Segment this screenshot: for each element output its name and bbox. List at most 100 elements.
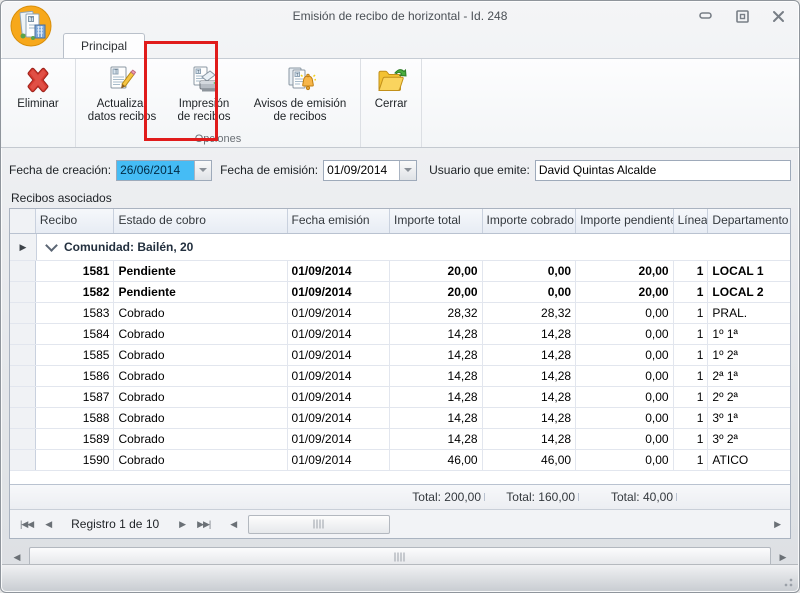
cell-total: 28,32 bbox=[390, 303, 483, 323]
cell-cobrado: 14,28 bbox=[483, 324, 577, 344]
ribbon-group-cerrar: Cerrar bbox=[361, 59, 422, 147]
table-row[interactable]: 1587Cobrado01/09/201414,2814,280,0012º 2… bbox=[10, 387, 790, 408]
group-label: Comunidad: Bailén, 20 bbox=[64, 240, 193, 254]
column-header-departamento[interactable]: Departamento bbox=[708, 209, 790, 233]
fecha-creacion-field[interactable]: 26/06/2014 bbox=[116, 160, 212, 181]
usuario-emite-field[interactable]: David Quintas Alcalde bbox=[535, 160, 791, 181]
impresion-de-recibos-button[interactable]: T Impresión de recibos bbox=[166, 61, 242, 132]
cell-estado: Cobrado bbox=[114, 450, 287, 470]
column-header-total[interactable]: Importe total bbox=[390, 209, 483, 233]
recibos-grid: ReciboEstado de cobroFecha emisiónImport… bbox=[9, 208, 791, 539]
app-logo-icon[interactable]: T bbox=[9, 4, 53, 48]
table-row[interactable]: 1589Cobrado01/09/201414,2814,280,0013º 2… bbox=[10, 429, 790, 450]
cell-estado: Cobrado bbox=[114, 303, 287, 323]
grid-scroll-left-button[interactable]: ◀ bbox=[224, 519, 242, 530]
tab-principal[interactable]: Principal bbox=[63, 33, 145, 58]
grip-icon bbox=[395, 553, 406, 562]
footer-total-importe-cobrado: Total: 160,00 bbox=[485, 490, 579, 504]
row-indicator bbox=[10, 429, 36, 449]
button-label: Cerrar bbox=[375, 98, 408, 111]
cell-fecha: 01/09/2014 bbox=[288, 324, 390, 344]
cell-departamento: 3º 2ª bbox=[708, 429, 790, 449]
cell-total: 46,00 bbox=[390, 450, 483, 470]
document-pencil-icon: T bbox=[106, 64, 138, 96]
cell-estado: Cobrado bbox=[114, 387, 287, 407]
avisos-de-emision-de-recibos-button[interactable]: T bbox=[242, 61, 358, 132]
cell-recibo: 1588 bbox=[36, 408, 115, 428]
usuario-emite-value[interactable]: David Quintas Alcalde bbox=[536, 161, 659, 180]
group-cell[interactable]: Comunidad: Bailén, 20 bbox=[37, 234, 193, 260]
collapse-chevron-icon[interactable] bbox=[45, 239, 58, 252]
grid-header: ReciboEstado de cobroFecha emisiónImport… bbox=[10, 209, 790, 234]
titlebar: Emisión de recibo de horizontal - Id. 24… bbox=[1, 1, 799, 31]
table-row[interactable]: 1590Cobrado01/09/201446,0046,000,001ATIC… bbox=[10, 450, 790, 471]
fecha-emision-field[interactable]: 01/09/2014 bbox=[323, 160, 417, 181]
cell-recibo: 1585 bbox=[36, 345, 115, 365]
document-printer-icon: T bbox=[188, 64, 220, 96]
prev-record-button[interactable]: ◀ bbox=[39, 519, 57, 530]
cell-total: 14,28 bbox=[390, 324, 483, 344]
column-header-estado[interactable]: Estado de cobro bbox=[114, 209, 287, 233]
folder-green-arrow-icon bbox=[375, 64, 407, 96]
table-row[interactable]: 1581Pendiente01/09/201420,000,0020,001LO… bbox=[10, 261, 790, 282]
group-row[interactable]: ▶ Comunidad: Bailén, 20 bbox=[10, 234, 790, 261]
grid-scroll-right-button[interactable]: ▶ bbox=[768, 519, 786, 530]
cell-cobrado: 0,00 bbox=[483, 282, 577, 302]
table-row[interactable]: 1588Cobrado01/09/201414,2814,280,0013º 1… bbox=[10, 408, 790, 429]
status-bar bbox=[2, 564, 798, 591]
restore-button[interactable] bbox=[731, 8, 753, 24]
button-label2: de recibos bbox=[177, 111, 230, 124]
cell-fecha: 01/09/2014 bbox=[288, 282, 390, 302]
table-row[interactable]: 1583Cobrado01/09/201428,3228,320,001PRAL… bbox=[10, 303, 790, 324]
fecha-creacion-label: Fecha de creación: bbox=[9, 163, 111, 177]
cell-pendiente: 0,00 bbox=[576, 324, 674, 344]
table-row[interactable]: 1586Cobrado01/09/201414,2814,280,0012ª 1… bbox=[10, 366, 790, 387]
column-header-recibo[interactable]: Recibo bbox=[36, 209, 115, 233]
cell-recibo: 1590 bbox=[36, 450, 115, 470]
fecha-emision-dropdown[interactable] bbox=[399, 161, 416, 180]
eliminar-button[interactable]: Eliminar bbox=[3, 61, 73, 132]
column-header-pendiente[interactable]: Importe pendiente bbox=[576, 209, 674, 233]
fecha-creacion-value[interactable]: 26/06/2014 bbox=[117, 161, 194, 180]
usuario-emite-label: Usuario que emite: bbox=[429, 163, 530, 177]
cell-lineas: 1 bbox=[674, 282, 709, 302]
minimize-button[interactable] bbox=[695, 8, 717, 24]
table-row[interactable]: 1584Cobrado01/09/201414,2814,280,0011º 1… bbox=[10, 324, 790, 345]
ribbon-group-eliminar: Eliminar bbox=[1, 59, 76, 147]
next-record-button[interactable]: ▶ bbox=[173, 519, 191, 530]
delete-x-icon bbox=[22, 64, 54, 96]
svg-text:T: T bbox=[296, 72, 299, 77]
scroll-left-button[interactable]: ◀ bbox=[9, 552, 25, 563]
close-button[interactable] bbox=[767, 8, 789, 24]
row-indicator bbox=[10, 387, 36, 407]
cell-recibo: 1581 bbox=[36, 261, 115, 281]
column-header-fecha[interactable]: Fecha emisión bbox=[288, 209, 390, 233]
cell-cobrado: 14,28 bbox=[483, 429, 577, 449]
documents-bell-icon: T bbox=[284, 64, 316, 96]
table-row[interactable]: 1585Cobrado01/09/201414,2814,280,0011º 2… bbox=[10, 345, 790, 366]
column-header-cobrado[interactable]: Importe cobrado bbox=[483, 209, 577, 233]
row-indicator bbox=[10, 366, 36, 386]
cell-cobrado: 14,28 bbox=[483, 366, 577, 386]
cell-recibo: 1587 bbox=[36, 387, 115, 407]
fecha-creacion-dropdown[interactable] bbox=[194, 161, 211, 180]
fecha-emision-value[interactable]: 01/09/2014 bbox=[324, 161, 399, 180]
row-indicator bbox=[10, 324, 36, 344]
first-record-button[interactable]: |◀◀ bbox=[14, 519, 39, 530]
cell-recibo: 1586 bbox=[36, 366, 115, 386]
actualizar-datos-recibos-button[interactable]: T Actualizar datos recibos bbox=[78, 61, 166, 132]
record-count-label: Registro 1 de 10 bbox=[57, 517, 173, 531]
cell-estado: Cobrado bbox=[114, 408, 287, 428]
cell-estado: Cobrado bbox=[114, 324, 287, 344]
last-record-button[interactable]: ▶▶| bbox=[191, 519, 216, 530]
row-indicator bbox=[10, 261, 36, 281]
scroll-right-button[interactable]: ▶ bbox=[775, 552, 791, 563]
column-header-lineas[interactable]: Líneas bbox=[674, 209, 709, 233]
cell-cobrado: 46,00 bbox=[483, 450, 577, 470]
resize-grip-icon[interactable] bbox=[781, 575, 793, 587]
grid-hscrollbar-thumb[interactable] bbox=[248, 515, 390, 534]
cell-total: 20,00 bbox=[390, 282, 483, 302]
cell-departamento: 3º 1ª bbox=[708, 408, 790, 428]
cerrar-button[interactable]: Cerrar bbox=[363, 61, 419, 132]
table-row[interactable]: 1582Pendiente01/09/201420,000,0020,001LO… bbox=[10, 282, 790, 303]
